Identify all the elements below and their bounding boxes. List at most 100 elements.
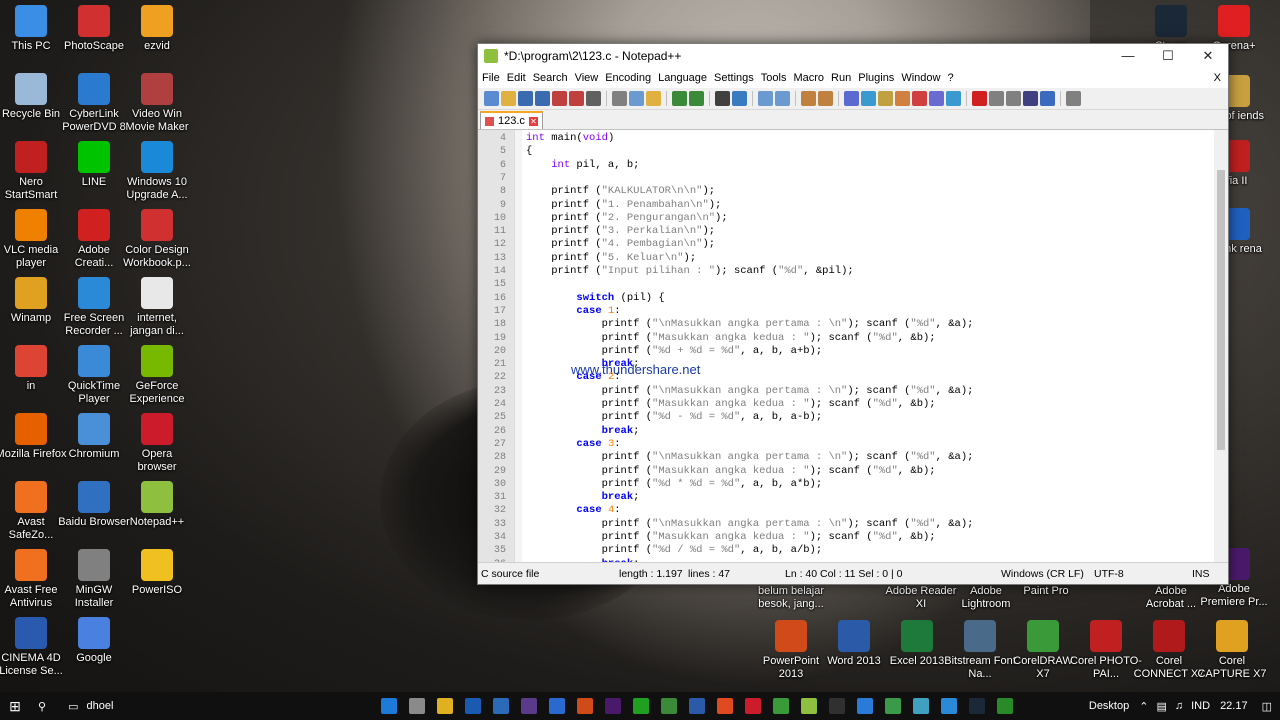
taskbar-app-icon[interactable]	[465, 698, 482, 714]
desktop-icon-12[interactable]: Winamp	[0, 277, 67, 325]
desktop-partial-label[interactable]: belum belajar besok, jang...	[755, 585, 827, 611]
taskbar-app-icon[interactable]	[661, 698, 678, 714]
volume-icon[interactable]: ♫	[1175, 700, 1183, 712]
desktop-bottom-icon-4[interactable]: CorelDRAW X7	[1007, 620, 1079, 681]
menu-language[interactable]: Language	[658, 72, 713, 84]
desktop-icon-4[interactable]: CyberLink PowerDVD 8	[58, 73, 130, 134]
desktop-toolbar[interactable]: Desktop	[1089, 700, 1129, 712]
menu-plugins[interactable]: Plugins	[858, 72, 900, 84]
toolbar-button-icon[interactable]	[758, 91, 773, 106]
tray-chevron-icon[interactable]: ⌃	[1139, 700, 1148, 713]
vertical-scrollbar[interactable]	[1214, 130, 1228, 562]
network-icon[interactable]: ▤	[1156, 700, 1166, 713]
desktop-icon-16[interactable]: QuickTime Player	[58, 345, 130, 406]
toolbar-button-icon[interactable]	[895, 91, 910, 106]
desktop-icon-13[interactable]: Free Screen Recorder ...	[58, 277, 130, 338]
taskbar-app-icon[interactable]	[857, 698, 874, 714]
start-button[interactable]: ⊞	[0, 698, 30, 715]
desktop-partial-label[interactable]: Adobe Acrobat ...	[1135, 585, 1207, 611]
toolbar-button-icon[interactable]	[878, 91, 893, 106]
desktop-icon-24[interactable]: Avast Free Antivirus	[0, 549, 67, 610]
menu-tools[interactable]: Tools	[761, 72, 793, 84]
menu-file[interactable]: File	[482, 72, 506, 84]
minimize-button[interactable]: —	[1108, 44, 1148, 68]
desktop-icon-3[interactable]: Recycle Bin	[0, 73, 67, 121]
toolbar-button-icon[interactable]	[535, 91, 550, 106]
menu-encoding[interactable]: Encoding	[605, 72, 657, 84]
toolbar-button-icon[interactable]	[715, 91, 730, 106]
desktop-icon-26[interactable]: PowerISO	[121, 549, 193, 597]
taskbar-app-icon[interactable]	[885, 698, 902, 714]
desktop-icon-14[interactable]: internet, jangan di...	[121, 277, 193, 338]
desktop-partial-label[interactable]: Adobe Reader XI	[885, 585, 957, 611]
desktop-icon-21[interactable]: Avast SafeZo...	[0, 481, 67, 542]
toolbar-button-icon[interactable]	[775, 91, 790, 106]
taskbar-app-icon[interactable]	[521, 698, 538, 714]
maximize-button[interactable]: ☐	[1148, 44, 1188, 68]
desktop-icon-23[interactable]: Notepad++	[121, 481, 193, 529]
toolbar-button-icon[interactable]	[1066, 91, 1081, 106]
desktop-bottom-icon-1[interactable]: Word 2013	[818, 620, 890, 668]
desktop-icon-22[interactable]: Baidu Browser	[58, 481, 130, 529]
close-button[interactable]: ✕	[1188, 44, 1228, 68]
toolbar-button-icon[interactable]	[801, 91, 816, 106]
taskbar-app-icon[interactable]	[997, 698, 1014, 714]
desktop-icon-19[interactable]: Chromium	[58, 413, 130, 461]
menu-help[interactable]: ?	[947, 72, 959, 84]
taskbar-app-icon[interactable]	[577, 698, 594, 714]
desktop-icon-2[interactable]: ezvid	[121, 5, 193, 53]
toolbar-button-icon[interactable]	[1006, 91, 1021, 106]
taskbar-app-icon[interactable]	[633, 698, 650, 714]
taskbar-app-icon[interactable]	[913, 698, 930, 714]
desktop-icon-28[interactable]: Google	[58, 617, 130, 665]
menu-search[interactable]: Search	[533, 72, 574, 84]
desktop-bottom-icon-6[interactable]: Corel CONNECT X7	[1133, 620, 1205, 681]
toolbar-button-icon[interactable]	[612, 91, 627, 106]
desktop-icon-8[interactable]: Windows 10 Upgrade A...	[121, 141, 193, 202]
tab-123c[interactable]: 123.c ✕	[480, 111, 543, 129]
toolbar-button-icon[interactable]	[569, 91, 584, 106]
toolbar-button-icon[interactable]	[646, 91, 661, 106]
toolbar-button-icon[interactable]	[501, 91, 516, 106]
search-box[interactable]: ⚲ ▭ dhoel	[38, 700, 113, 713]
menu-macro[interactable]: Macro	[793, 72, 830, 84]
toolbar-button-icon[interactable]	[946, 91, 961, 106]
desktop-icon-27[interactable]: CINEMA 4D License Se...	[0, 617, 67, 678]
toolbar-button-icon[interactable]	[818, 91, 833, 106]
toolbar-button-icon[interactable]	[732, 91, 747, 106]
taskbar-app-icon[interactable]	[941, 698, 958, 714]
desktop-icon-25[interactable]: MinGW Installer	[58, 549, 130, 610]
desktop-bottom-icon-3[interactable]: Bitstream Font Na...	[944, 620, 1016, 681]
desktop-bottom-icon-7[interactable]: Corel CAPTURE X7	[1196, 620, 1268, 681]
taskbar-app-icon[interactable]	[381, 698, 398, 714]
toolbar-button-icon[interactable]	[972, 91, 987, 106]
menu-close-button[interactable]: X	[1214, 72, 1227, 84]
taskbar-app-icon[interactable]	[801, 698, 818, 714]
toolbar-button-icon[interactable]	[1040, 91, 1055, 106]
task-view-icon[interactable]: ▭	[68, 700, 78, 713]
taskbar-app-icon[interactable]	[549, 698, 566, 714]
desktop-bottom-icon-2[interactable]: Excel 2013	[881, 620, 953, 668]
toolbar-button-icon[interactable]	[629, 91, 644, 106]
desktop-icon-5[interactable]: Video Win Movie Maker	[121, 73, 193, 134]
tab-close-icon[interactable]: ✕	[528, 116, 538, 126]
scrollbar-thumb[interactable]	[1217, 170, 1225, 450]
taskbar-app-icon[interactable]	[745, 698, 762, 714]
toolbar-button-icon[interactable]	[518, 91, 533, 106]
toolbar-button-icon[interactable]	[912, 91, 927, 106]
desktop-icon-20[interactable]: Opera browser	[121, 413, 193, 474]
toolbar-button-icon[interactable]	[861, 91, 876, 106]
taskbar-app-icon[interactable]	[829, 698, 846, 714]
taskbar-app-icon[interactable]	[969, 698, 986, 714]
desktop-icon-7[interactable]: LINE	[58, 141, 130, 189]
taskbar-app-icon[interactable]	[409, 698, 426, 714]
desktop-bottom-icon-5[interactable]: Corel PHOTO-PAI...	[1070, 620, 1142, 681]
desktop-bottom-icon-0[interactable]: PowerPoint 2013	[755, 620, 827, 681]
taskbar-app-icon[interactable]	[689, 698, 706, 714]
desktop-icon-15[interactable]: in	[0, 345, 67, 393]
taskbar-app-icon[interactable]	[773, 698, 790, 714]
toolbar-button-icon[interactable]	[586, 91, 601, 106]
code-editor[interactable]: www.thundershare.net 4 int main(void) 5{6 …	[478, 130, 1228, 562]
toolbar-button-icon[interactable]	[689, 91, 704, 106]
desktop-icon-9[interactable]: VLC media player	[0, 209, 67, 270]
